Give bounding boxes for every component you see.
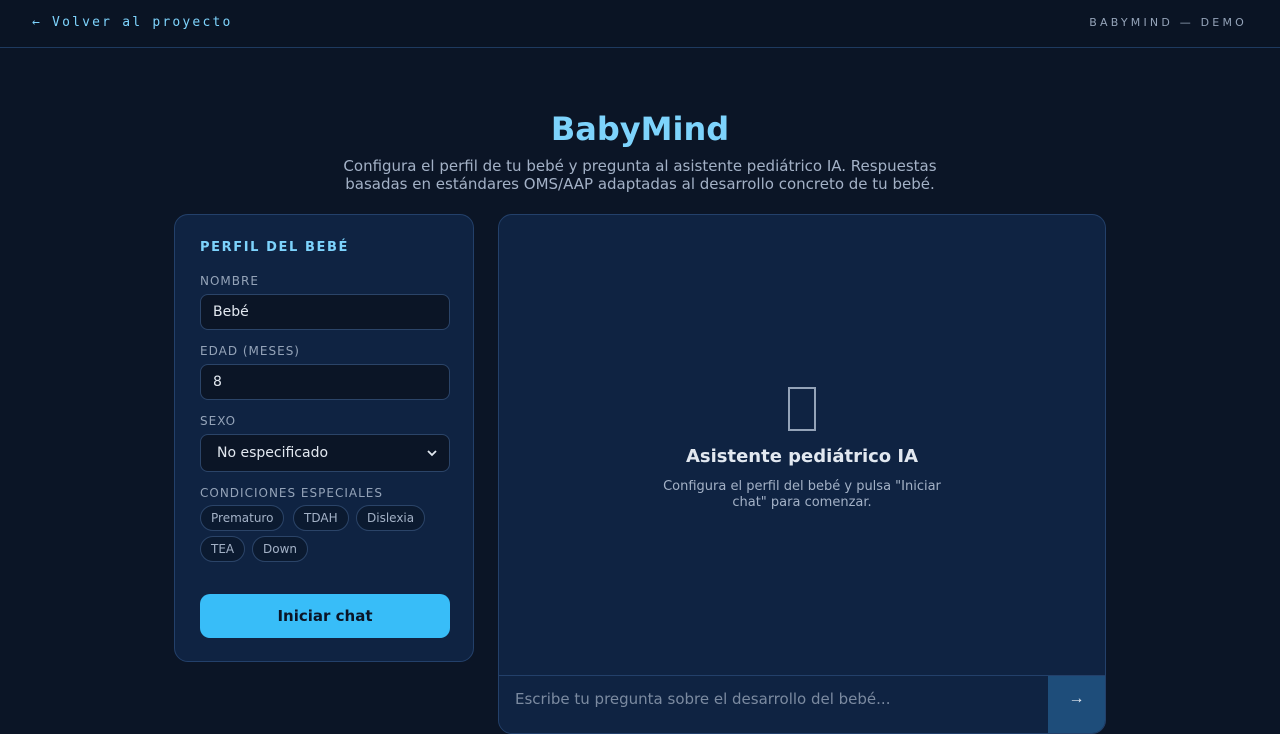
name-label: NOMBRE xyxy=(200,274,259,288)
profile-heading: PERFIL DEL BEBÉ xyxy=(200,240,350,255)
chat-panel: Asistente pediátrico IA Configura el per… xyxy=(498,214,1106,734)
age-field[interactable] xyxy=(200,364,450,400)
chat-input-bar: → xyxy=(499,675,1105,733)
sex-select-value: No especificado xyxy=(217,445,329,461)
chevron-down-icon xyxy=(427,450,437,457)
baby-icon xyxy=(788,387,816,431)
chip-dislexia[interactable]: Dislexia xyxy=(356,505,426,531)
chip-tdah[interactable]: TDAH xyxy=(293,505,349,531)
conditions-label: CONDICIONES ESPECIALES xyxy=(200,486,383,500)
assistant-description: Configura el perfil del bebé y pulsa "In… xyxy=(663,479,941,510)
brand-demo-label: BABYMIND — DEMO xyxy=(1089,16,1247,29)
chip-down[interactable]: Down xyxy=(252,536,309,562)
chip-prematuro[interactable]: Prematuro xyxy=(200,505,285,531)
page-subtitle: Configura el perfil de tu bebé y pregunt… xyxy=(343,157,937,193)
send-button[interactable]: → xyxy=(1048,676,1105,733)
top-bar: ← Volver al proyecto BABYMIND — DEMO xyxy=(0,0,1280,48)
baby-profile-card: PERFIL DEL BEBÉ NOMBRE EDAD (MESES) SEXO… xyxy=(174,214,474,662)
sex-select[interactable]: No especificado xyxy=(200,434,450,472)
chip-tea[interactable]: TEA xyxy=(200,536,246,562)
sex-label: SEXO xyxy=(200,414,237,428)
back-to-project-link[interactable]: ← Volver al proyecto xyxy=(32,15,233,30)
start-chat-button[interactable]: Iniciar chat xyxy=(200,594,450,638)
age-label: EDAD (MESES) xyxy=(200,344,300,358)
chat-question-input[interactable] xyxy=(499,676,1048,722)
assistant-title: Asistente pediátrico IA xyxy=(685,446,919,467)
name-field[interactable] xyxy=(200,294,450,330)
page-title: BabyMind xyxy=(550,110,730,148)
